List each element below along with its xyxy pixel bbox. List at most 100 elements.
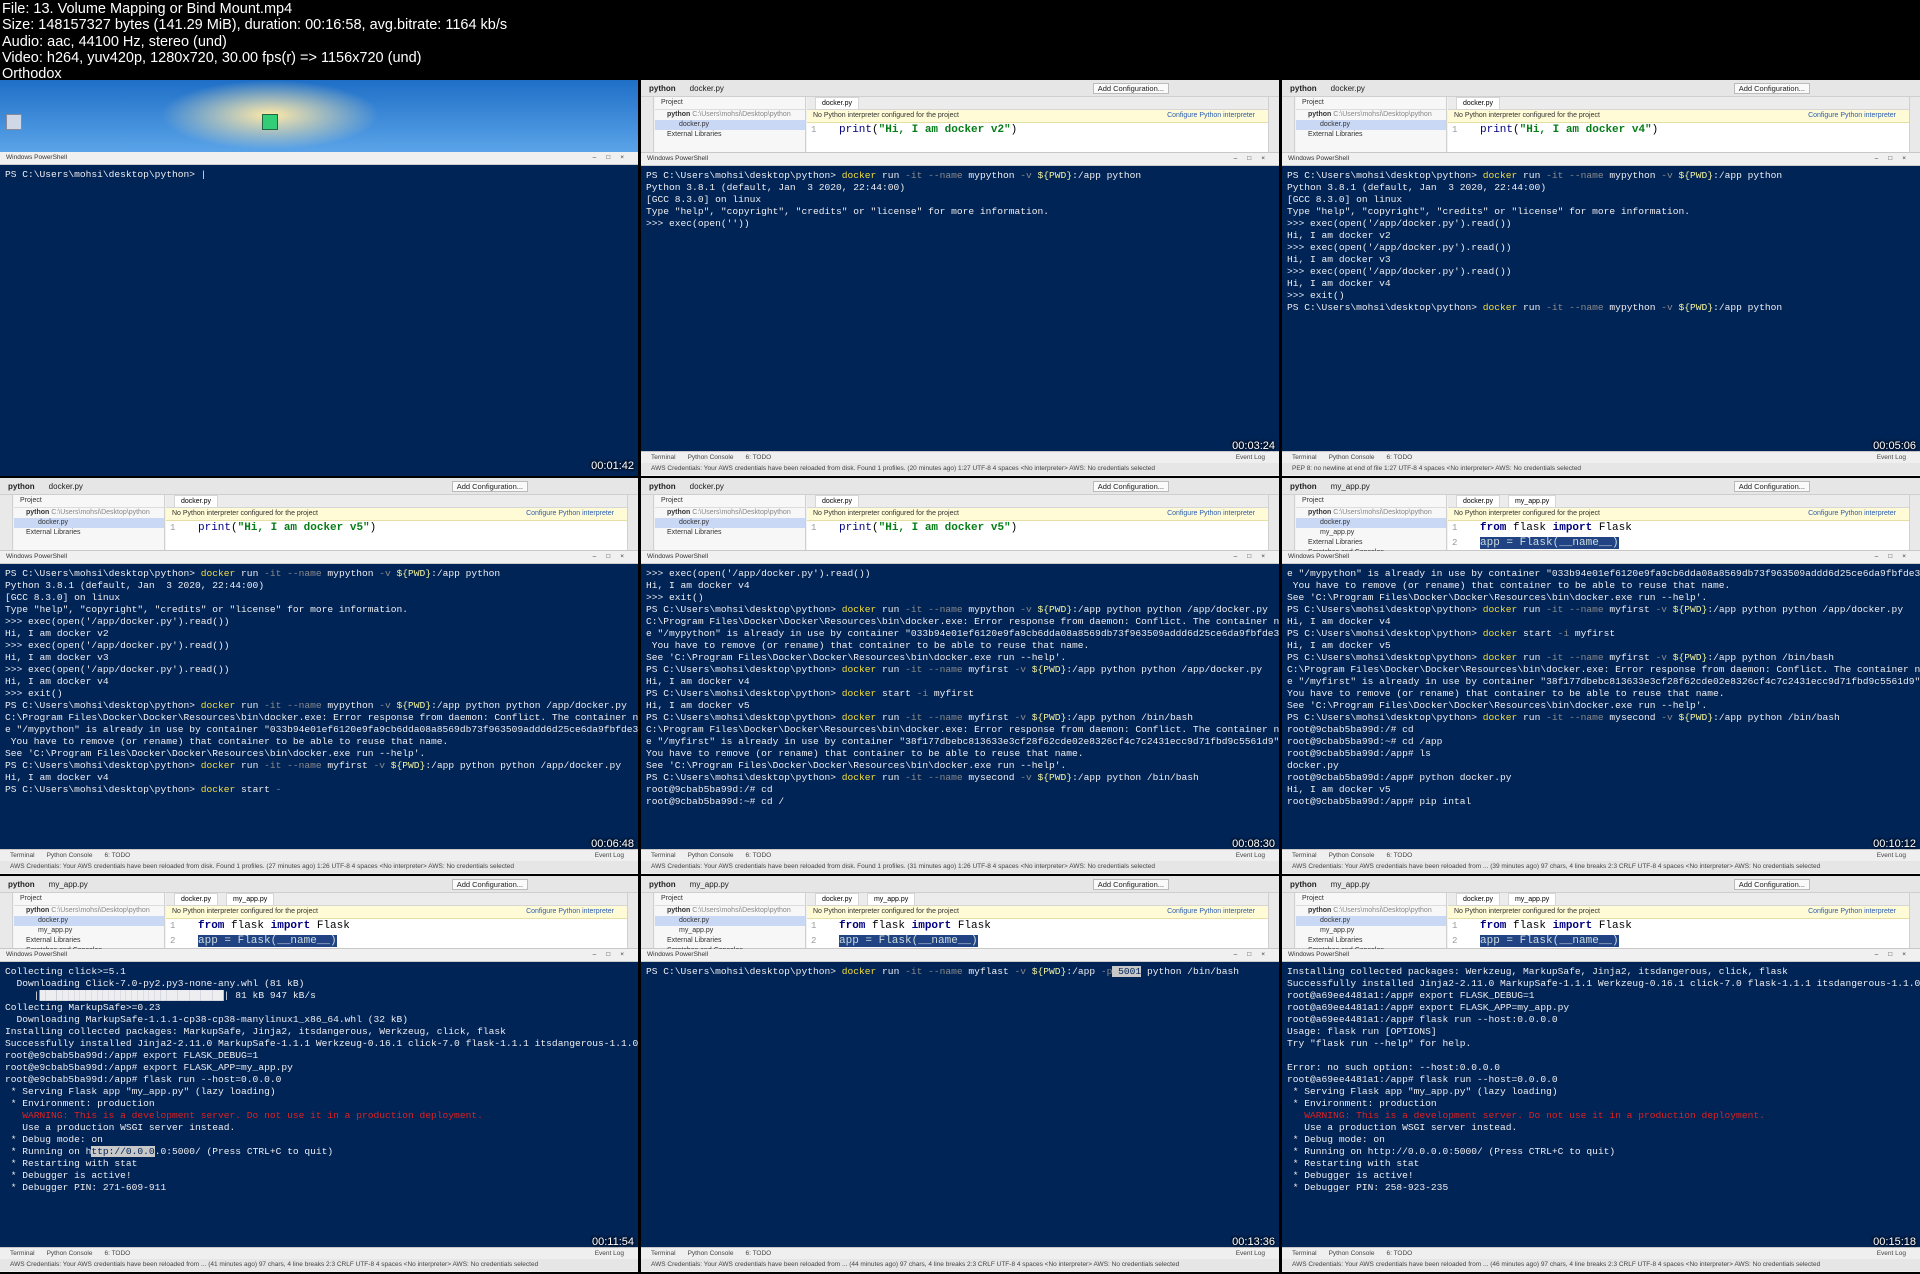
breadcrumb-file[interactable]: docker.py — [690, 84, 724, 93]
configure-interpreter-link[interactable]: Configure Python interpreter — [526, 508, 614, 520]
powershell-terminal[interactable]: Windows PowerShell –□× PS C:\Users\mohsi\d… — [641, 949, 1279, 1248]
project-name[interactable]: python — [1290, 84, 1317, 93]
file-docker[interactable]: docker.py — [655, 120, 805, 130]
breadcrumb-file[interactable]: my_app.py — [1331, 880, 1370, 889]
project-panel-header[interactable]: Project — [14, 495, 164, 508]
add-configuration-button[interactable]: Add Configuration... — [1733, 480, 1810, 492]
tool-strip-right[interactable] — [1268, 495, 1279, 550]
event-log-button[interactable]: Event Log — [595, 1248, 624, 1259]
code-editor[interactable]: docker.py my_app.py No Python interpreter … — [807, 893, 1269, 948]
tab-todo[interactable]: 6: TODO — [745, 1248, 771, 1259]
tab-my-app[interactable]: my_app.py — [1507, 893, 1557, 905]
tool-strip-left[interactable] — [641, 893, 654, 948]
add-configuration-button[interactable]: Add Configuration... — [1092, 878, 1169, 890]
external-libraries[interactable]: External Libraries — [1296, 130, 1446, 140]
code-line[interactable]: 2 app = Flask(__name__) — [1452, 934, 1910, 949]
code-line[interactable]: 1 print("Hi, I am docker v5") — [170, 521, 628, 536]
configure-interpreter-link[interactable]: Configure Python interpreter — [1808, 906, 1896, 918]
external-libraries[interactable]: External Libraries — [14, 936, 164, 946]
file-my-app[interactable]: my_app.py — [1296, 926, 1446, 936]
tab-my-app[interactable]: my_app.py — [1507, 495, 1557, 507]
breadcrumb-file[interactable]: my_app.py — [690, 880, 729, 889]
tool-strip-right[interactable] — [627, 495, 638, 550]
tab-todo[interactable]: 6: TODO — [745, 452, 771, 463]
event-log-button[interactable]: Event Log — [1877, 452, 1906, 463]
window-controls[interactable]: –□× — [1875, 153, 1916, 165]
tab-python-console[interactable]: Python Console — [1329, 452, 1375, 463]
project-root[interactable]: python C:\Users\mohsi\Desktop\python — [655, 110, 805, 120]
file-docker[interactable]: docker.py — [14, 518, 164, 528]
project-panel-header[interactable]: Project — [655, 495, 805, 508]
add-configuration-button[interactable]: Add Configuration... — [451, 480, 528, 492]
project-panel-header[interactable]: Project — [655, 97, 805, 110]
tab-terminal[interactable]: Terminal — [1292, 1248, 1317, 1259]
event-log-button[interactable]: Event Log — [595, 850, 624, 861]
terminal-titlebar[interactable]: Windows PowerShell –□× — [0, 152, 638, 165]
code-line[interactable]: 1 from flask import Flask — [811, 919, 1269, 934]
tab-docker[interactable]: docker.py — [815, 495, 859, 507]
tab-python-console[interactable]: Python Console — [47, 850, 93, 861]
tab-terminal[interactable]: Terminal — [10, 1248, 35, 1259]
project-root[interactable]: python C:\Users\mohsi\Desktop\python — [1296, 508, 1446, 518]
tool-strip-left[interactable] — [641, 495, 654, 550]
window-controls[interactable]: –□× — [593, 551, 634, 563]
code-editor[interactable]: docker.py No Python interpreter configure… — [807, 495, 1269, 550]
event-log-button[interactable]: Event Log — [1236, 1248, 1265, 1259]
tab-terminal[interactable]: Terminal — [10, 850, 35, 861]
tool-strip-left[interactable] — [1282, 495, 1295, 550]
terminal-titlebar[interactable]: Windows PowerShell –□× — [1282, 551, 1920, 564]
tool-strip-left[interactable] — [0, 893, 13, 948]
tab-todo[interactable]: 6: TODO — [104, 850, 130, 861]
terminal-titlebar[interactable]: Windows PowerShell –□× — [1282, 949, 1920, 962]
window-controls[interactable]: –□× — [593, 152, 634, 164]
code-line[interactable]: 2 app = Flask(__name__) — [1452, 536, 1910, 551]
project-panel-header[interactable]: Project — [1296, 97, 1446, 110]
event-log-button[interactable]: Event Log — [1877, 1248, 1906, 1259]
code-line[interactable]: 2 app = Flask(__name__) — [170, 934, 628, 949]
file-docker[interactable]: docker.py — [14, 916, 164, 926]
file-my-app[interactable]: my_app.py — [14, 926, 164, 936]
code-editor[interactable]: docker.py my_app.py No Python interpreter … — [1448, 495, 1910, 550]
project-name[interactable]: python — [8, 482, 35, 491]
tool-strip-right[interactable] — [627, 893, 638, 948]
tab-terminal[interactable]: Terminal — [651, 850, 676, 861]
configure-interpreter-link[interactable]: Configure Python interpreter — [1167, 110, 1255, 122]
powershell-terminal[interactable]: Windows PowerShell –□× PS C:\Users\mohsi\d… — [641, 153, 1279, 452]
tab-my-app[interactable]: my_app.py — [866, 893, 916, 905]
code-area[interactable]: 1 from flask import Flask 2 app = Flask(__n… — [166, 919, 628, 949]
external-libraries[interactable]: External Libraries — [14, 528, 164, 538]
project-panel-header[interactable]: Project — [14, 893, 164, 906]
tab-todo[interactable]: 6: TODO — [1386, 452, 1412, 463]
file-docker[interactable]: docker.py — [655, 916, 805, 926]
window-controls[interactable]: –□× — [593, 949, 634, 961]
window-controls[interactable]: –□× — [1234, 949, 1275, 961]
powershell-terminal[interactable]: Windows PowerShell –□× PS C:\Users\mohsi\d… — [0, 551, 638, 850]
window-controls[interactable]: –□× — [1875, 551, 1916, 563]
add-configuration-button[interactable]: Add Configuration... — [1092, 480, 1169, 492]
project-panel-header[interactable]: Project — [1296, 495, 1446, 508]
window-controls[interactable]: –□× — [1234, 551, 1275, 563]
breadcrumb-file[interactable]: my_app.py — [49, 880, 88, 889]
tab-terminal[interactable]: Terminal — [651, 1248, 676, 1259]
tab-python-console[interactable]: Python Console — [688, 1248, 734, 1259]
tab-python-console[interactable]: Python Console — [688, 850, 734, 861]
configure-interpreter-link[interactable]: Configure Python interpreter — [1167, 906, 1255, 918]
project-name[interactable]: python — [649, 880, 676, 889]
terminal-titlebar[interactable]: Windows PowerShell –□× — [641, 551, 1279, 564]
terminal-titlebar[interactable]: Windows PowerShell –□× — [0, 551, 638, 564]
window-controls[interactable]: –□× — [1875, 949, 1916, 961]
file-my-app[interactable]: my_app.py — [655, 926, 805, 936]
project-name[interactable]: python — [649, 84, 676, 93]
code-editor[interactable]: docker.py No Python interpreter configure… — [166, 495, 628, 550]
tab-terminal[interactable]: Terminal — [1292, 850, 1317, 861]
code-editor[interactable]: docker.py my_app.py No Python interpreter … — [166, 893, 628, 948]
project-root[interactable]: python C:\Users\mohsi\Desktop\python — [14, 906, 164, 916]
code-editor[interactable]: docker.py No Python interpreter configure… — [807, 97, 1269, 152]
code-editor[interactable]: docker.py my_app.py No Python interpreter … — [1448, 893, 1910, 948]
tab-todo[interactable]: 6: TODO — [745, 850, 771, 861]
external-libraries[interactable]: External Libraries — [655, 130, 805, 140]
terminal-titlebar[interactable]: Windows PowerShell –□× — [641, 949, 1279, 962]
event-log-button[interactable]: Event Log — [1236, 850, 1265, 861]
code-area[interactable]: 1 print("Hi, I am docker v5") — [807, 521, 1269, 536]
add-configuration-button[interactable]: Add Configuration... — [451, 878, 528, 890]
